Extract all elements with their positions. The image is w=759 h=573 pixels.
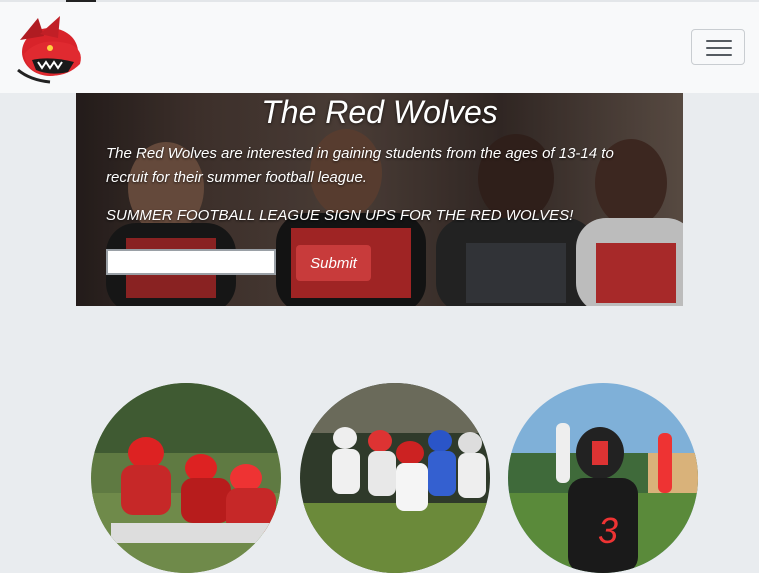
signup-headline: SUMMER FOOTBALL LEAGUE SIGN UPS FOR THE … — [106, 207, 574, 224]
hero-banner: The Red Wolves The Red Wolves are intere… — [76, 93, 683, 306]
red-wolf-logo-icon[interactable] — [10, 10, 88, 86]
email-field[interactable] — [106, 249, 276, 275]
navbar — [0, 0, 759, 93]
hamburger-menu-icon — [706, 40, 732, 42]
svg-text:3: 3 — [598, 510, 618, 551]
submit-button[interactable]: Submit — [296, 245, 371, 281]
gallery-image-1 — [91, 383, 281, 573]
navbar-toggler-button[interactable] — [691, 29, 745, 65]
hamburger-line — [706, 47, 732, 49]
football-player-celebration-photo: 3 — [508, 383, 698, 573]
top-tab-marker — [66, 0, 96, 2]
top-strip — [0, 0, 759, 2]
gallery-image-2 — [300, 383, 490, 573]
football-kickoff-run-photo — [300, 383, 490, 573]
football-lineup-photo — [91, 383, 281, 573]
gallery-image-3: 3 — [508, 383, 698, 573]
hero-description: The Red Wolves are interested in gaining… — [106, 145, 614, 186]
hamburger-line — [706, 54, 732, 56]
hero-title: The Red Wolves — [261, 94, 498, 130]
